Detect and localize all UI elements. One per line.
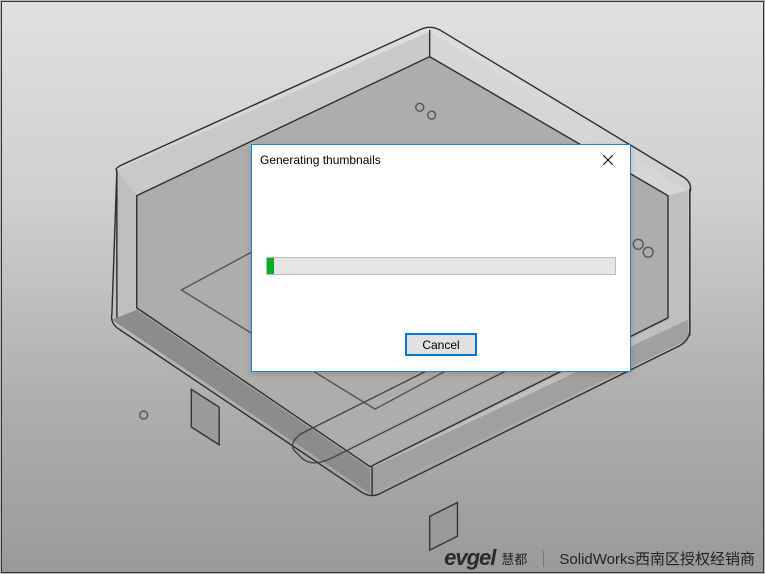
progress-bar: [266, 257, 616, 275]
progress-dialog: Generating thumbnails Cancel: [251, 144, 631, 372]
brand-cn: 慧都: [501, 549, 527, 568]
close-icon: [603, 155, 613, 165]
close-button[interactable]: [585, 145, 630, 175]
cancel-button[interactable]: Cancel: [405, 333, 477, 356]
progress-fill: [267, 258, 274, 274]
dialog-title: Generating thumbnails: [260, 153, 381, 167]
footer-separator: ｜: [535, 546, 551, 570]
distributor-label: SolidWorks西南区授权经销商: [559, 548, 755, 569]
cancel-label: Cancel: [422, 338, 459, 352]
brand-logo: evgel: [444, 545, 495, 571]
watermark-footer: evgel 慧都 ｜ SolidWorks西南区授权经销商: [444, 545, 755, 571]
dialog-titlebar[interactable]: Generating thumbnails: [252, 145, 630, 175]
